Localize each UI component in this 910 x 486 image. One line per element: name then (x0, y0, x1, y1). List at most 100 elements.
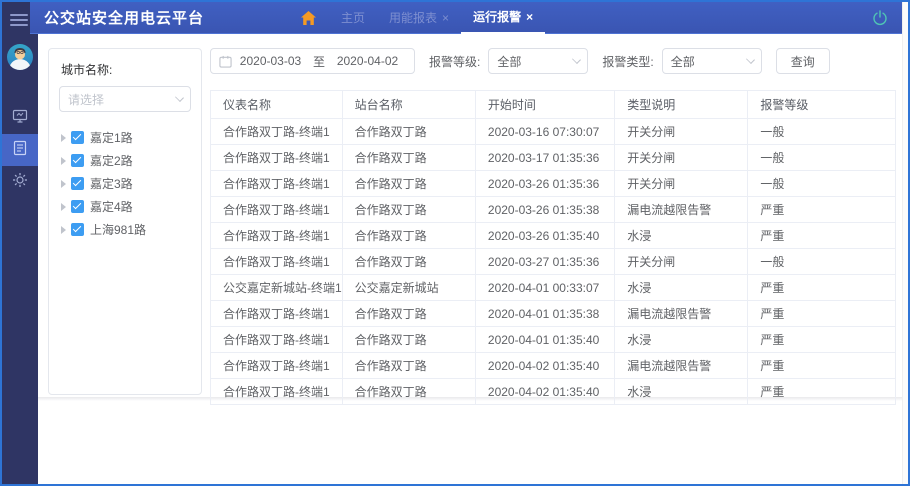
table-cell: 开关分闸 (614, 170, 749, 197)
date-range-picker[interactable]: 2020-03-03 至 2020-04-02 (210, 48, 415, 74)
alarm-type-value: 全部 (670, 54, 695, 69)
table-cell: 2020-04-02 01:35:40 (474, 378, 616, 405)
tree-item-label: 嘉定4路 (90, 200, 133, 214)
table-cell: 2020-03-16 07:30:07 (474, 118, 616, 145)
sidebar-menu (2, 102, 38, 198)
tree-item-嘉定3路[interactable]: 嘉定3路 (59, 172, 191, 195)
table-body: 合作路双丁路-终端1 合作路双丁路 2020-03-16 07:30:07 开关分闸一… (210, 118, 896, 405)
sidebar-item-monitor[interactable] (2, 102, 38, 134)
column-header: 仪表名称 (210, 90, 343, 119)
tab-close-icon[interactable]: × (442, 11, 449, 25)
alarm-type-label: 报警类型: (602, 54, 654, 69)
table-cell: 严重 (747, 326, 896, 353)
tree-item-嘉定1路[interactable]: 嘉定1路 (59, 126, 191, 149)
table-row[interactable]: 合作路双丁路-终端1 合作路双丁路 2020-04-02 01:35:40 漏电流越限… (210, 352, 896, 379)
tree-item-嘉定2路[interactable]: 嘉定2路 (59, 149, 191, 172)
checkbox-checked[interactable] (71, 200, 84, 213)
table-cell: 合作路双丁路 (341, 196, 476, 223)
table-row[interactable]: 合作路双丁路-终端1 合作路双丁路 2020-03-27 01:35:36 开关分闸一… (210, 248, 896, 275)
table-cell: 合作路双丁路 (341, 170, 476, 197)
tree-item-嘉定4路[interactable]: 嘉定4路 (59, 195, 191, 218)
table-row[interactable]: 合作路双丁路-终端1 合作路双丁路 2020-03-26 01:35:38 漏电流越限… (210, 196, 896, 223)
table-cell: 严重 (747, 300, 896, 327)
tab-用能报表[interactable]: 用能报表 × (377, 2, 461, 34)
table-cell: 合作路双丁路-终端1 (210, 248, 343, 275)
table-cell: 合作路双丁路 (341, 352, 476, 379)
city-select-placeholder: 请选择 (68, 92, 105, 107)
table-cell: 合作路双丁路 (341, 378, 476, 405)
sidebar-item-settings[interactable] (2, 166, 38, 198)
table-cell: 合作路双丁路 (341, 144, 476, 171)
table-row[interactable]: 合作路双丁路-终端1 合作路双丁路 2020-04-01 01:35:38 漏电流越限… (210, 300, 896, 327)
settings-icon (12, 172, 28, 193)
city-select[interactable]: 请选择 (59, 86, 191, 112)
table-row[interactable]: 合作路双丁路-终端1 合作路双丁路 2020-03-26 01:35:40 水浸 严重 (210, 222, 896, 249)
tab-主页[interactable]: 主页 (329, 2, 377, 34)
alarm-level-select[interactable]: 全部 (488, 48, 589, 74)
table-row[interactable]: 公交嘉定新城站-终端1 公交嘉定新城站 2020-04-01 00:33:07 水浸严… (210, 274, 896, 301)
table-cell: 合作路双丁路-终端1 (210, 378, 343, 405)
alarm-type-select[interactable]: 全部 (661, 48, 762, 74)
tree-item-上海981路[interactable]: 上海981路 (59, 218, 191, 241)
alarm-level-label: 报警等级: (429, 54, 481, 69)
table-row[interactable]: 合作路双丁路-终端1 合作路双丁路 2020-04-02 01:35:40 水浸 严重 (210, 378, 896, 405)
table-cell: 一般 (747, 248, 896, 275)
header-bar: 公交站安全用电云平台 主页 用能报表 × 运行报警 × (30, 2, 902, 34)
table-cell: 2020-04-02 01:35:40 (474, 352, 616, 379)
table-cell: 合作路双丁路-终端1 (210, 170, 343, 197)
caret-right-icon[interactable] (61, 202, 66, 211)
date-separator: 至 (313, 54, 326, 69)
checkbox-checked[interactable] (71, 177, 84, 190)
caret-right-icon[interactable] (61, 179, 66, 188)
table-cell: 合作路双丁路-终端1 (210, 326, 343, 353)
checkbox-checked[interactable] (71, 154, 84, 167)
alarm-level-value: 全部 (497, 54, 522, 69)
table-cell: 漏电流越限告警 (614, 352, 749, 379)
table-cell: 一般 (747, 118, 896, 145)
avatar-person-icon (9, 48, 31, 70)
query-button[interactable]: 查询 (775, 48, 830, 74)
table-row[interactable]: 合作路双丁路-终端1 合作路双丁路 2020-03-26 01:35:36 开关分闸一… (210, 170, 896, 197)
table-cell: 2020-04-01 01:35:40 (474, 326, 616, 353)
chevron-down-icon (745, 55, 755, 64)
caret-right-icon[interactable] (61, 156, 66, 165)
table-cell: 水浸 (614, 274, 749, 301)
menu-toggle-icon[interactable] (10, 11, 28, 26)
tab-运行报警[interactable]: 运行报警 × (461, 2, 546, 34)
user-avatar[interactable] (7, 44, 33, 70)
table-cell: 水浸 (614, 222, 749, 249)
tab-close-icon[interactable]: × (526, 10, 533, 24)
end-date-value[interactable]: 2020-04-02 (329, 54, 406, 68)
checkbox-checked[interactable] (71, 223, 84, 236)
app-window: 公交站安全用电云平台 主页 用能报表 × 运行报警 × 城市名称: 请选择 嘉定… (0, 0, 910, 486)
sidebar-item-report[interactable] (2, 134, 38, 166)
table-cell: 一般 (747, 170, 896, 197)
page-title: 公交站安全用电云平台 (44, 10, 205, 27)
header-tabs: 主页 用能报表 × 运行报警 × (300, 2, 546, 34)
home-icon[interactable] (300, 10, 317, 26)
table-cell: 漏电流越限告警 (614, 300, 749, 327)
caret-right-icon[interactable] (61, 225, 66, 234)
table-cell: 2020-03-26 01:35:38 (474, 196, 616, 223)
power-icon[interactable] (872, 10, 888, 31)
table-cell: 水浸 (614, 326, 749, 353)
table-row[interactable]: 合作路双丁路-终端1 合作路双丁路 2020-03-16 07:30:07 开关分闸一… (210, 118, 896, 145)
table-cell: 合作路双丁路 (341, 300, 476, 327)
table-row[interactable]: 合作路双丁路-终端1 合作路双丁路 2020-04-01 01:35:40 水浸 严重 (210, 326, 896, 353)
table-cell: 严重 (747, 352, 896, 379)
table-cell: 2020-03-27 01:35:36 (474, 248, 616, 275)
tree-item-label: 嘉定3路 (90, 177, 133, 191)
table-cell: 2020-04-01 01:35:38 (474, 300, 616, 327)
table-cell: 严重 (747, 274, 896, 301)
table-cell: 2020-03-26 01:35:36 (474, 170, 616, 197)
tab-label: 主页 (341, 11, 366, 25)
table-cell: 合作路双丁路-终端1 (210, 144, 343, 171)
checkbox-checked[interactable] (71, 131, 84, 144)
table-row[interactable]: 合作路双丁路-终端1 合作路双丁路 2020-03-17 01:35:36 开关分闸一… (210, 144, 896, 171)
table-cell: 2020-03-17 01:35:36 (474, 144, 616, 171)
vertical-scrollbar[interactable] (902, 2, 908, 484)
column-header: 类型说明 (614, 90, 749, 119)
start-date-value[interactable]: 2020-03-03 (232, 54, 309, 68)
report-icon (12, 140, 28, 161)
caret-right-icon[interactable] (61, 133, 66, 142)
